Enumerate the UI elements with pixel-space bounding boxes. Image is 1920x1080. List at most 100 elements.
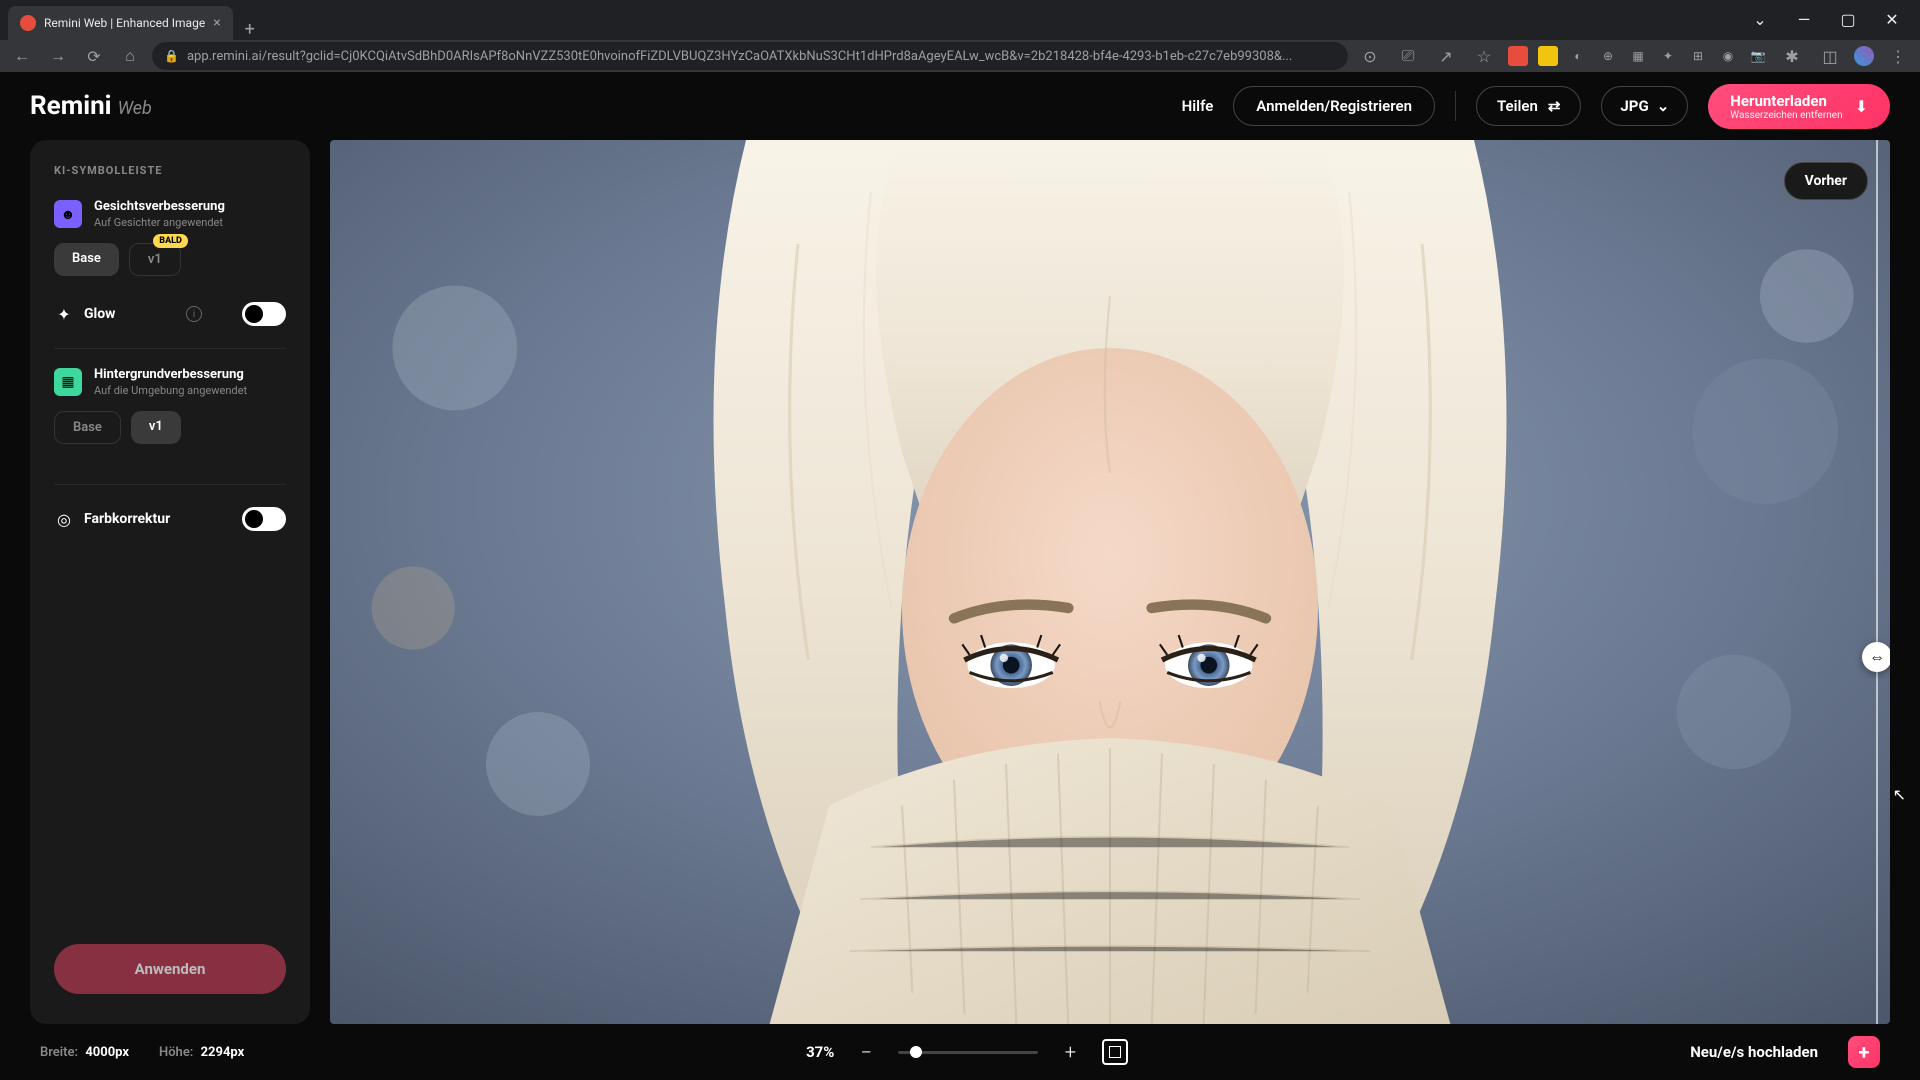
background-icon: ▦ [54,368,82,396]
tab-title: Remini Web | Enhanced Image [44,16,205,30]
height-value: 2294px [201,1045,245,1060]
close-window-icon[interactable]: ✕ [1872,4,1912,34]
share-icon: ⇄ [1548,97,1561,115]
fit-screen-button[interactable] [1102,1039,1128,1065]
canvas-area[interactable]: Vorher ⇔ [330,140,1890,1024]
format-label: JPG [1620,97,1648,115]
download-sublabel: Wasserzeichen entfernen [1730,110,1842,121]
color-icon: ◎ [54,509,74,529]
logo-sub: Web [118,98,152,119]
extension-icon[interactable]: ⊕ [1598,46,1618,66]
url-bar[interactable]: 🔒 app.remini.ai/result?gclid=Cj0KCQiAtvS… [152,42,1348,70]
chevron-down-icon[interactable]: ⌄ [1740,4,1780,34]
compare-line [1876,140,1878,1024]
maximize-icon[interactable]: ▢ [1828,4,1868,34]
color-label: Farbkorrektur [84,511,232,527]
color-toggle[interactable] [242,507,286,531]
color-toggle-row: ◎ Farbkorrektur [54,503,286,535]
extension-icon[interactable] [1538,46,1558,66]
tab-bar: Remini Web | Enhanced Image × + ⌄ — ▢ ✕ [0,0,1920,40]
app-header: Remini Web Hilfe Anmelden/Registrieren T… [0,72,1920,140]
extension-icon[interactable]: ◐ [1568,46,1588,66]
background-enhancement-section: ▦ Hintergrundverbesserung Auf die Umgebu… [54,367,286,444]
help-link[interactable]: Hilfe [1182,97,1214,115]
logo-main: Remini [30,91,112,121]
face-v1-pill[interactable]: v1 BALD [129,243,181,276]
glow-toggle-row: ✦ Glow i [54,298,286,330]
height-label: Höhe: 2294px [159,1045,244,1060]
sidebar-title: KI-SYMBOLLEISTE [54,164,286,177]
before-button[interactable]: Vorher [1784,162,1868,200]
face-enhancement-section: ☻ Gesichtsverbesserung Auf Gesichter ang… [54,199,286,276]
translate-icon[interactable]: ⎚ [1394,42,1422,70]
search-icon[interactable]: ⊙ [1356,42,1384,70]
browser-tab[interactable]: Remini Web | Enhanced Image × [8,6,233,40]
lock-icon: 🔒 [164,49,179,63]
url-text: app.remini.ai/result?gclid=Cj0KCQiAtvSdB… [187,49,1336,64]
reload-icon[interactable]: ⟳ [80,42,108,70]
main-area: KI-SYMBOLLEISTE ☻ Gesichtsverbesserung A… [0,140,1920,1024]
extension-icon[interactable]: ✦ [1658,46,1678,66]
minimize-icon[interactable]: — [1784,4,1824,34]
divider [54,348,286,349]
download-icon: ⬇ [1855,97,1868,116]
glow-icon: ✦ [54,304,74,324]
logo[interactable]: Remini Web [30,91,152,121]
upload-button[interactable]: + [1848,1036,1880,1068]
apply-button[interactable]: Anwenden [54,944,286,994]
share-button[interactable]: Teilen ⇄ [1476,86,1581,126]
compare-handle[interactable]: ⇔ [1862,642,1890,672]
width-value: 4000px [85,1045,129,1060]
star-icon[interactable]: ☆ [1470,42,1498,70]
separator [1455,91,1456,121]
face-tool-desc: Auf Gesichter angewendet [94,216,286,229]
zoom-controls: 37% − + [806,1038,1128,1066]
app: Remini Web Hilfe Anmelden/Registrieren T… [0,72,1920,1080]
width-label: Breite: 4000px [40,1045,129,1060]
zoom-out-button[interactable]: − [852,1038,880,1066]
favicon-icon [20,15,36,31]
face-icon: ☻ [54,200,82,228]
extension-icons: ⊙ ⎚ ↗ ☆ ◐ ⊕ ▦ ✦ ⊞ ◉ 📷 ✱ ◫ ⋮ [1356,42,1912,70]
login-button[interactable]: Anmelden/Registrieren [1233,86,1435,126]
chevron-down-icon: ⌄ [1657,97,1670,115]
glow-label: Glow [84,306,176,322]
nav-bar: ← → ⟳ ⌂ 🔒 app.remini.ai/result?gclid=Cj0… [0,40,1920,72]
sidepanel-icon[interactable]: ◫ [1816,42,1844,70]
bg-tool-desc: Auf die Umgebung angewendet [94,384,286,397]
extension-icon[interactable]: ◉ [1718,46,1738,66]
zoom-level: 37% [806,1043,834,1061]
sidebar: KI-SYMBOLLEISTE ☻ Gesichtsverbesserung A… [30,140,310,1024]
menu-icon[interactable]: ⋮ [1884,42,1912,70]
new-tab-button[interactable]: + [233,19,267,40]
extensions-icon[interactable]: ✱ [1778,42,1806,70]
forward-icon[interactable]: → [44,42,72,70]
share-icon[interactable]: ↗ [1432,42,1460,70]
avatar-icon[interactable] [1854,46,1874,66]
format-button[interactable]: JPG ⌄ [1601,86,1688,126]
back-icon[interactable]: ← [8,42,36,70]
browser-chrome: Remini Web | Enhanced Image × + ⌄ — ▢ ✕ … [0,0,1920,72]
bg-tool-name: Hintergrundverbesserung [94,367,286,382]
face-tool-name: Gesichtsverbesserung [94,199,286,214]
extension-icon[interactable]: 📷 [1748,46,1768,66]
download-button[interactable]: Herunterladen Wasserzeichen entfernen ⬇ [1708,84,1890,129]
bg-base-pill[interactable]: Base [54,411,121,444]
info-icon[interactable]: i [186,306,202,322]
glow-toggle[interactable] [242,302,286,326]
home-icon[interactable]: ⌂ [116,42,144,70]
window-controls: ⌄ — ▢ ✕ [1732,0,1920,38]
face-base-pill[interactable]: Base [54,243,119,276]
bg-v1-pill[interactable]: v1 [131,411,181,444]
extension-icon[interactable] [1508,46,1528,66]
zoom-slider[interactable] [898,1051,1038,1054]
bald-badge: BALD [153,234,188,248]
enhanced-image [330,140,1890,1024]
extension-icon[interactable]: ▦ [1628,46,1648,66]
download-label: Herunterladen [1730,92,1827,110]
divider [54,484,286,485]
extension-icon[interactable]: ⊞ [1688,46,1708,66]
zoom-in-button[interactable]: + [1056,1038,1084,1066]
share-label: Teilen [1497,97,1538,115]
close-icon[interactable]: × [213,15,220,31]
